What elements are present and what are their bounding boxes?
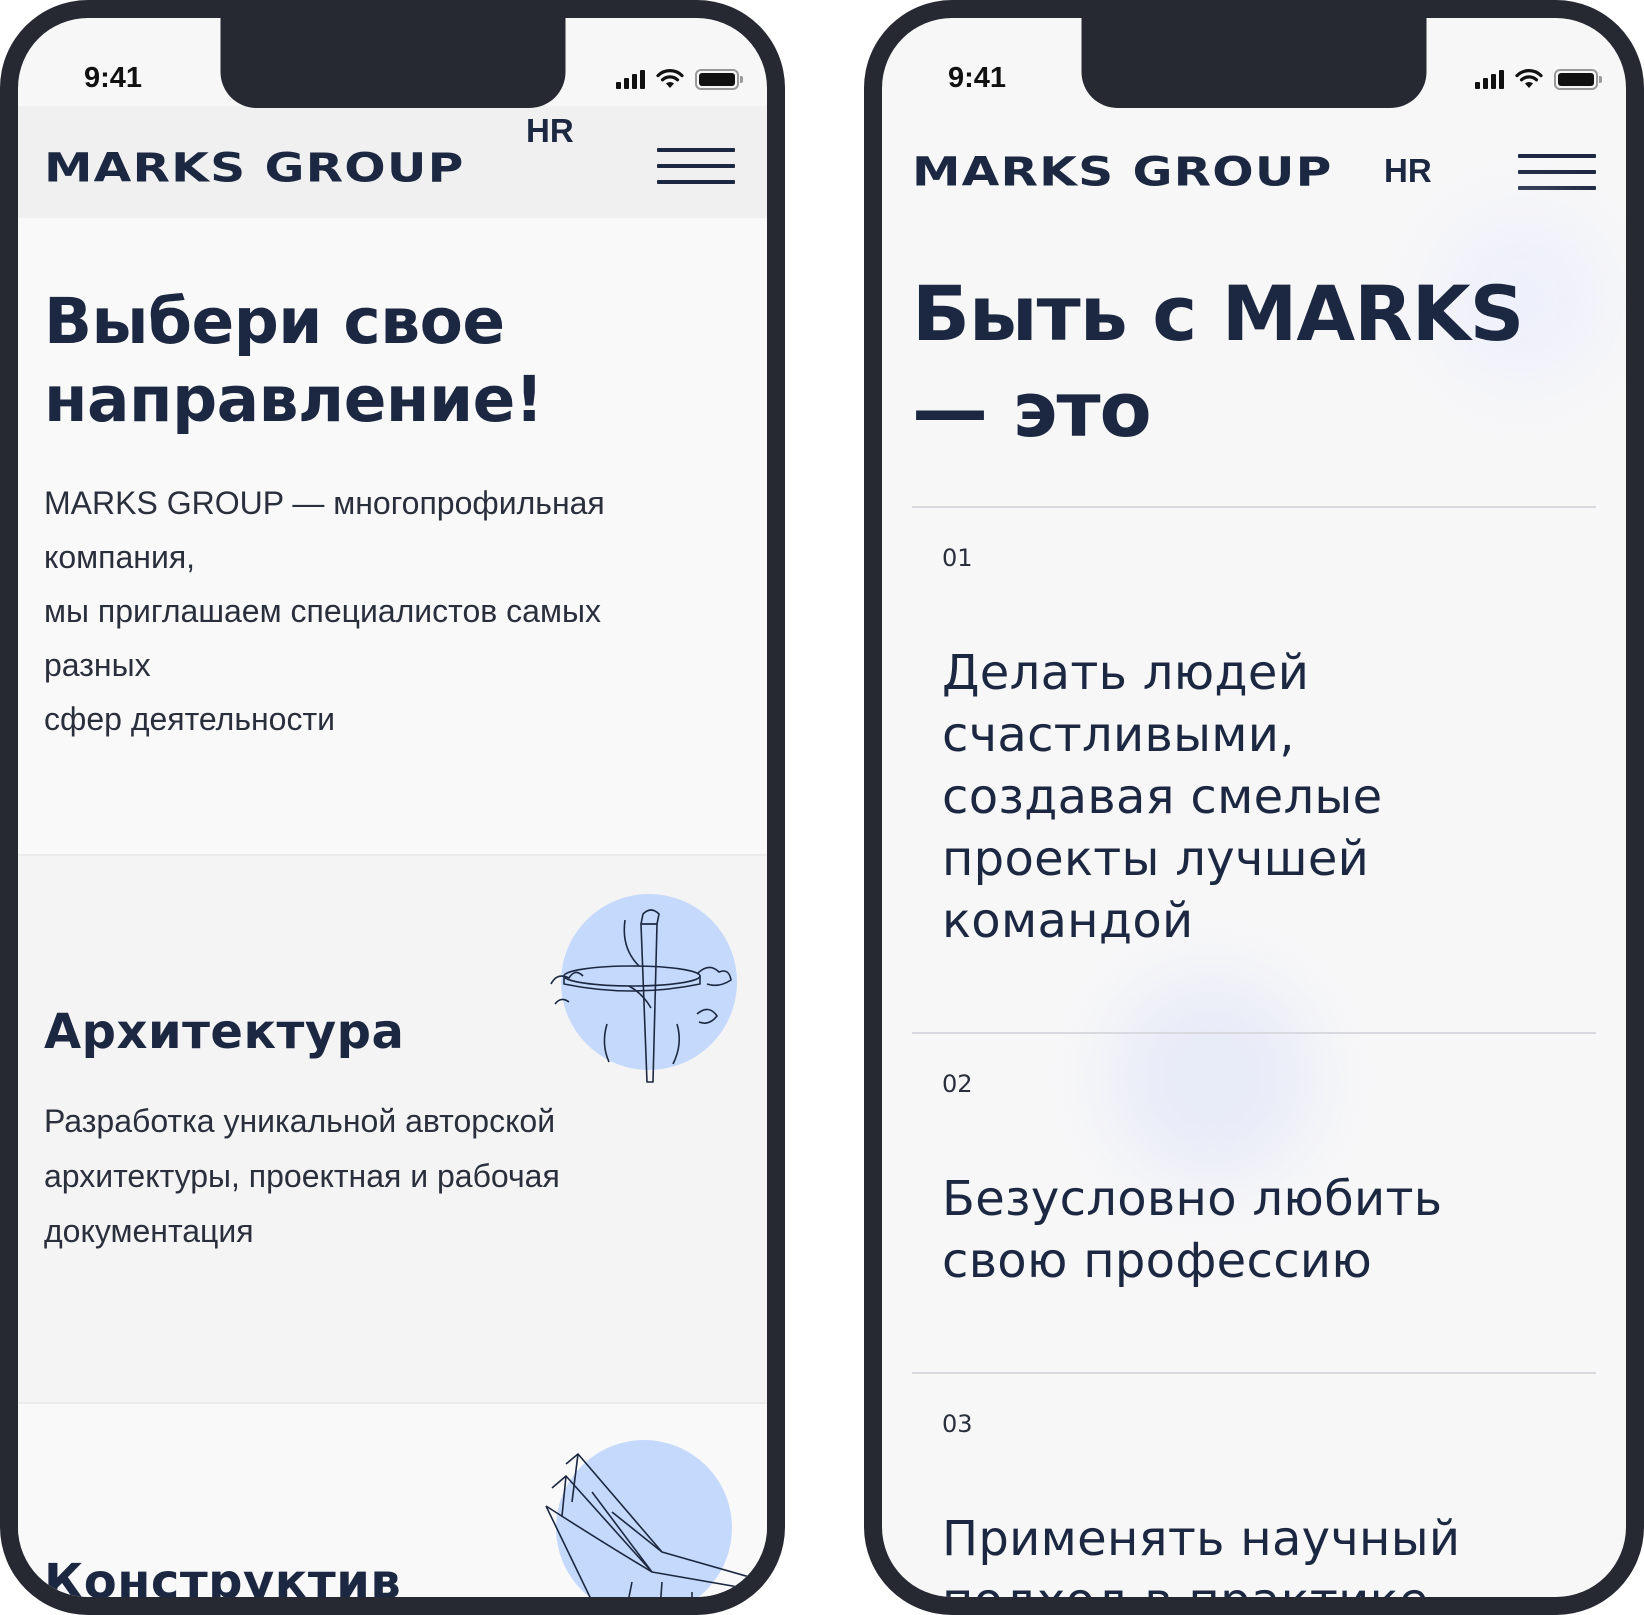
direction-card-architecture[interactable]: Архитектура Разработка уникальной авторс… [18, 854, 767, 1402]
value-number: 03 [942, 1410, 973, 1438]
value-number: 02 [942, 1070, 973, 1098]
value-text: Применять научный подход в практике [942, 1511, 1461, 1597]
card-title: Конструктив [44, 1554, 402, 1597]
wifi-icon [656, 69, 684, 88]
battery-icon [1554, 68, 1602, 90]
logo[interactable]: MARKS GROUP [44, 142, 463, 191]
stadium-illustration [545, 1440, 767, 1597]
signal-icon [1475, 69, 1504, 89]
logo-text: MARKS GROUP [912, 148, 1333, 195]
value-item: 02 Безусловно любить свою профессию [912, 1032, 1596, 1372]
stage: 9:41 MARKS GROUP HR Выбери свое направле… [0, 0, 1644, 1615]
intro-section: Выбери свое направление! MARKS GROUP — м… [18, 218, 767, 854]
phone-screen-right: 9:41 MARKS GROUP HR Быть с MARKS — это 0… [882, 18, 1626, 1597]
status-icons [616, 68, 743, 90]
notch [1081, 18, 1427, 108]
status-time: 9:41 [948, 62, 1007, 94]
phone-screen-left: 9:41 MARKS GROUP HR Выбери свое направле… [18, 18, 767, 1597]
intro-title: Выбери свое направление! [44, 285, 544, 436]
battery-icon [695, 68, 743, 90]
direction-card-constructive[interactable]: Конструктив [18, 1402, 767, 1597]
logo-hr-label: HR [1384, 152, 1432, 189]
logo[interactable]: MARKS GROUP [912, 146, 1331, 195]
phone-right: 9:41 MARKS GROUP HR Быть с MARKS — это 0… [864, 0, 1644, 1615]
phone-left: 9:41 MARKS GROUP HR Выбери свое направле… [0, 0, 785, 1615]
card-title: Архитектура [44, 1004, 405, 1060]
hamburger-menu-icon[interactable] [1518, 154, 1596, 190]
wifi-icon [1515, 69, 1543, 88]
value-text: Делать людей счастливыми, создавая смелы… [942, 645, 1383, 949]
logo-hr-label: HR [526, 112, 574, 149]
logo-text: MARKS GROUP [44, 144, 465, 191]
status-time: 9:41 [84, 62, 143, 94]
value-number: 01 [942, 544, 973, 572]
app-header: MARKS GROUP HR [18, 106, 767, 218]
app-header: MARKS GROUP HR [882, 106, 1626, 218]
value-text: Безусловно любить свою профессию [942, 1171, 1443, 1289]
signal-icon [616, 69, 645, 89]
notch [220, 18, 565, 108]
page-title: Быть с MARKS — это [912, 269, 1524, 454]
value-item: 03 Применять научный подход в практике [912, 1372, 1596, 1597]
intro-text: MARKS GROUP — многопрофильная компания, … [44, 485, 605, 737]
value-item: 01 Делать людей счастливыми, создавая см… [912, 506, 1596, 1032]
hamburger-menu-icon[interactable] [657, 148, 735, 184]
status-icons [1475, 68, 1602, 90]
card-text: Разработка уникальной авторской архитект… [44, 1103, 560, 1249]
tower-illustration [550, 894, 737, 1083]
